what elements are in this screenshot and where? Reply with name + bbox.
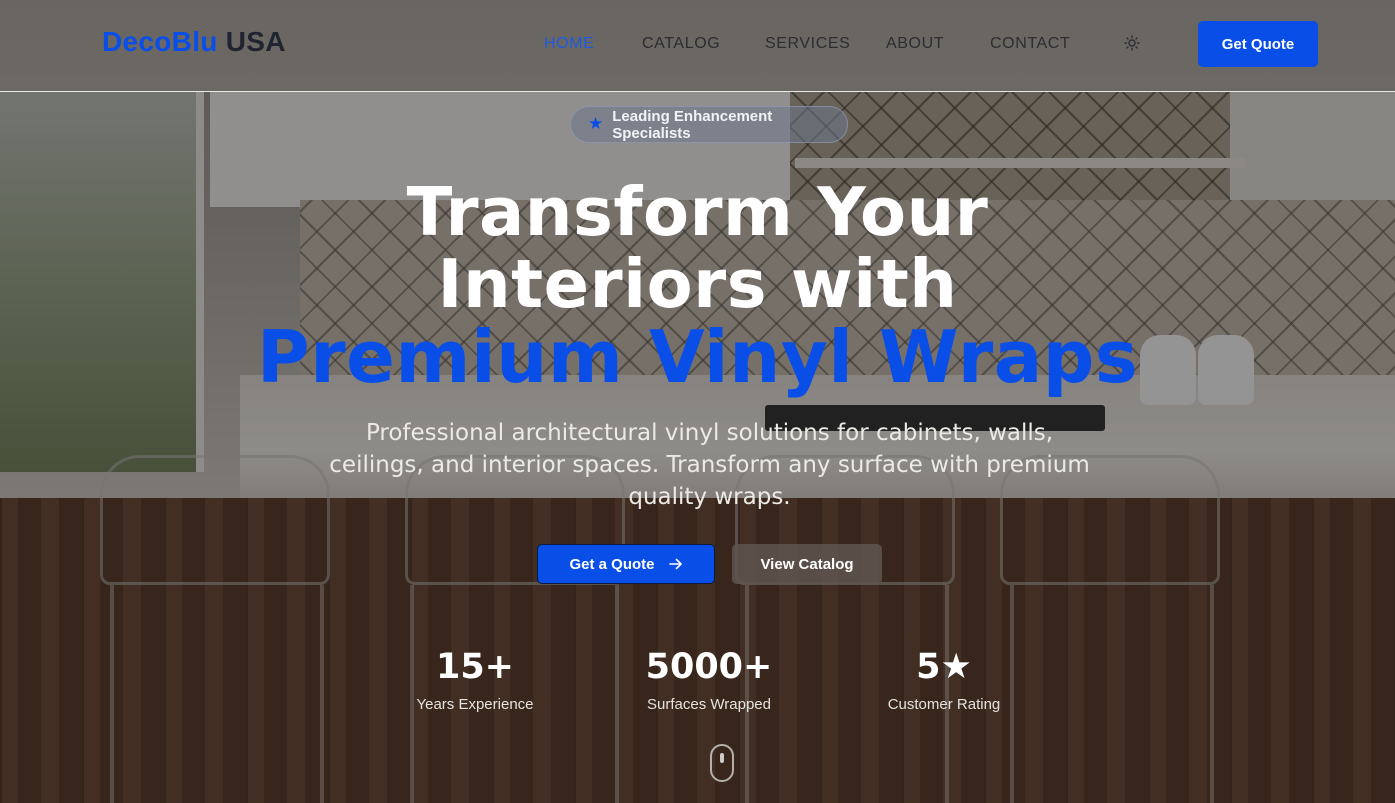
- sun-icon: [1124, 35, 1140, 51]
- logo-region: USA: [225, 26, 286, 57]
- get-a-quote-button[interactable]: Get a Quote: [537, 544, 715, 584]
- hero-badge: ★ Leading Enhancement Specialists: [570, 106, 848, 143]
- nav-services[interactable]: SERVICES: [765, 35, 850, 53]
- hero-subtitle: Professional architectural vinyl solutio…: [329, 420, 1090, 510]
- get-a-quote-label: Get a Quote: [569, 555, 655, 573]
- nav-about[interactable]: ABOUT: [886, 35, 944, 53]
- theme-toggle-button[interactable]: [1122, 33, 1142, 53]
- stat-years: 15+ Years Experience: [375, 646, 575, 713]
- stat-value: 5★: [916, 647, 972, 687]
- hero-badge-text: Leading Enhancement Specialists: [612, 107, 773, 142]
- star-icon: ★: [588, 114, 604, 134]
- logo[interactable]: DecoBlu USA: [102, 26, 286, 58]
- mouse-scroll-icon[interactable]: [710, 744, 734, 782]
- arrow-right-icon: [668, 558, 682, 570]
- hero-headline: Transform Your Interiors with Premium Vi…: [0, 176, 1395, 394]
- stat-label: Years Experience: [416, 696, 534, 713]
- stat-label: Surfaces Wrapped: [647, 696, 771, 713]
- nav-contact[interactable]: CONTACT: [990, 35, 1070, 53]
- stat-rating: 5★ Customer Rating: [844, 646, 1044, 713]
- get-quote-button[interactable]: Get Quote: [1198, 21, 1318, 67]
- stat-label: Customer Rating: [887, 696, 1001, 713]
- headline-line-1: Transform Your: [406, 173, 989, 251]
- stat-value: 5000+: [645, 647, 773, 687]
- nav-home[interactable]: HOME: [544, 35, 594, 53]
- nav-catalog[interactable]: CATALOG: [642, 35, 720, 53]
- headline-line-2: Interiors with: [437, 245, 958, 323]
- logo-brand: DecoBlu: [102, 26, 218, 57]
- site-header: DecoBlu USA HOME CATALOG SERVICES ABOUT …: [0, 0, 1395, 92]
- stat-surfaces: 5000+ Surfaces Wrapped: [609, 646, 809, 713]
- headline-accent: Premium Vinyl Wraps: [256, 315, 1139, 399]
- view-catalog-button[interactable]: View Catalog: [732, 544, 882, 584]
- stat-value: 15+: [435, 647, 515, 687]
